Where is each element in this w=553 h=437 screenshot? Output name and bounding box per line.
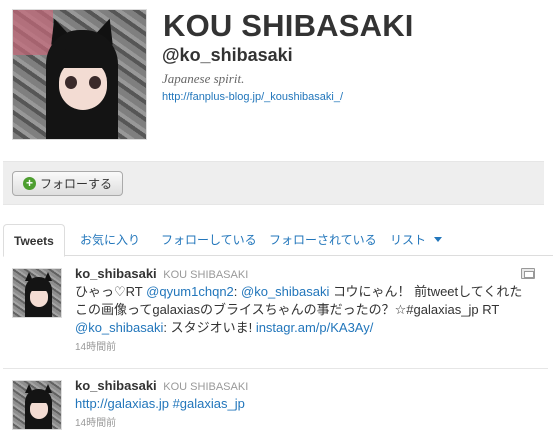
tweet-fullname: KOU SHIBASAKI [163, 269, 249, 281]
profile-header: KOU SHIBASAKI @ko_shibasaki Japanese spi… [0, 0, 553, 150]
tab-following[interactable]: フォローしている [161, 224, 257, 256]
profile-bio: Japanese spirit. [162, 71, 245, 86]
tab-lists-label: リスト [390, 233, 427, 247]
tweet-text-segment: : [233, 284, 242, 299]
tweet-avatar[interactable] [12, 268, 62, 318]
follow-button[interactable]: + フォローする [12, 171, 123, 196]
tweet-link[interactable]: @ko_shibasaki [75, 320, 163, 335]
tweet-link[interactable]: @ko_shibasaki [241, 284, 329, 299]
tweet-fullname: KOU SHIBASAKI [163, 381, 249, 393]
tweet-avatar[interactable] [12, 380, 62, 430]
tweet-timestamp[interactable]: 14時間前 [75, 414, 535, 429]
tweet-text: ひゃっ♡RT @qyum1chqn2: @ko_shibasaki コウにゃん！… [75, 283, 535, 337]
plus-icon: + [23, 177, 36, 190]
tweet-link[interactable]: @qyum1chqn2 [146, 284, 234, 299]
tweet-divider [3, 368, 548, 369]
tweet-text-segment: : スタジオいま! [163, 320, 256, 335]
tab-followers-label: フォローされている [269, 233, 377, 247]
tweet-username[interactable]: ko_shibasaki [75, 378, 157, 393]
chevron-down-icon [434, 237, 443, 243]
tab-tweets-label: Tweets [14, 234, 54, 248]
tab-following-label: フォローしている [161, 233, 257, 247]
tweet-text: http://galaxias.jp #galaxias_jp [75, 395, 535, 413]
profile-avatar[interactable] [12, 9, 147, 140]
tweet-text-segment: ひゃっ♡RT [75, 284, 147, 299]
tweet-link[interactable]: http://galaxias.jp [75, 396, 169, 411]
profile-tabs: Tweets お気に入り フォローしている フォローされている リスト [3, 224, 553, 257]
tab-lists[interactable]: リスト [390, 224, 443, 256]
tweet-username[interactable]: ko_shibasaki [75, 266, 157, 281]
profile-display-name: KOU SHIBASAKI [163, 8, 414, 43]
tweet-link[interactable]: #galaxias_jp [173, 396, 245, 411]
profile-screen-name: @ko_shibasaki [162, 45, 293, 65]
profile-url-link[interactable]: http://fanplus-blog.jp/_koushibasaki_/ [162, 91, 343, 103]
tab-followers[interactable]: フォローされている [269, 224, 377, 256]
tweet-link[interactable]: instagr.am/p/KA3Ay/ [256, 320, 374, 335]
tab-favorites-label: お気に入り [80, 233, 141, 247]
tab-tweets[interactable]: Tweets [3, 224, 65, 257]
follow-button-label: フォローする [40, 177, 113, 191]
profile-action-bar: + フォローする [3, 161, 544, 205]
tab-favorites[interactable]: お気に入り [80, 224, 140, 256]
tweet-timestamp[interactable]: 14時間前 [75, 338, 535, 353]
